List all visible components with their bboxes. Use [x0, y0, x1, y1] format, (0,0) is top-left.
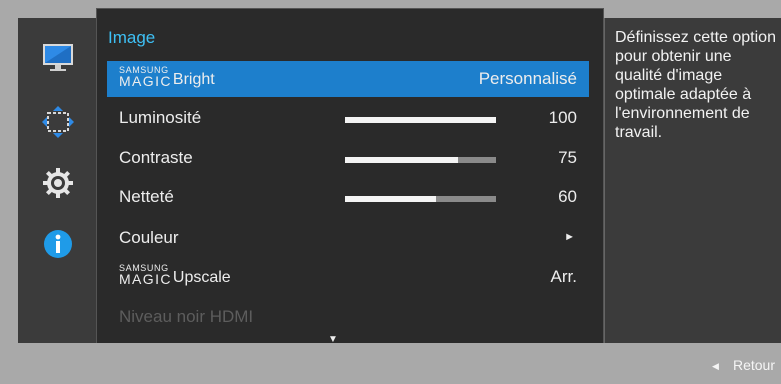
samsung-magic-logo: SAMSUNG MAGIC [119, 263, 172, 287]
menu-item-label: Couleur [119, 228, 179, 247]
slider-fill [345, 117, 496, 123]
submenu-arrow-icon: ► [564, 231, 575, 243]
bottom-bar [0, 343, 781, 384]
menu-item-label: Netteté [119, 187, 174, 206]
image-menu-panel: Image SAMSUNG MAGIC Bright Personnalisé … [96, 8, 604, 353]
left-arrow-icon: ◀ [712, 361, 719, 371]
monitor-picture-icon[interactable] [41, 41, 75, 75]
menu-item-value: 60 [558, 187, 577, 206]
contraste-slider[interactable] [345, 157, 496, 163]
menu-item-label: Luminosité [119, 108, 202, 127]
menu-item-label: SAMSUNG MAGIC Upscale [119, 263, 231, 287]
menu-item-magic-upscale[interactable]: SAMSUNG MAGIC Upscale Arr. [107, 259, 589, 295]
menu-item-nettete[interactable]: Netteté 60 [107, 179, 589, 215]
help-description: Définissez cette option pour obtenir une… [615, 29, 776, 141]
menu-item-label: Contraste [119, 148, 193, 167]
menu-item-niveau-noir-hdmi: Niveau noir HDMI [107, 299, 589, 335]
category-sidebar [18, 18, 98, 343]
menu-item-label: Niveau noir HDMI [119, 307, 254, 326]
menu-item-magic-bright[interactable]: SAMSUNG MAGIC Bright Personnalisé [107, 61, 589, 97]
monitor-osd-screen: Définissez cette option pour obtenir une… [0, 0, 781, 384]
screen-resize-icon[interactable] [41, 105, 75, 139]
luminosite-slider[interactable] [345, 117, 496, 123]
slider-fill [345, 157, 459, 163]
menu-item-value: 75 [558, 148, 577, 167]
menu-item-luminosite[interactable]: Luminosité 100 [107, 100, 589, 136]
settings-gear-icon[interactable] [41, 166, 75, 200]
menu-item-value: Personnalisé [478, 69, 577, 88]
menu-item-couleur[interactable]: Couleur ► [107, 220, 589, 256]
menu-item-value: Arr. [550, 267, 577, 286]
menu-title: Image [108, 28, 156, 47]
nettete-slider[interactable] [345, 196, 496, 202]
menu-item-contraste[interactable]: Contraste 75 [107, 140, 589, 176]
slider-fill [345, 196, 436, 202]
menu-item-value: 100 [548, 108, 577, 127]
return-label: Retour [732, 357, 775, 373]
samsung-magic-logo: SAMSUNG MAGIC [119, 65, 172, 89]
return-button[interactable]: ◀ Retour [712, 357, 775, 373]
menu-item-label: SAMSUNG MAGIC Bright [119, 65, 215, 89]
information-icon[interactable] [41, 227, 75, 261]
